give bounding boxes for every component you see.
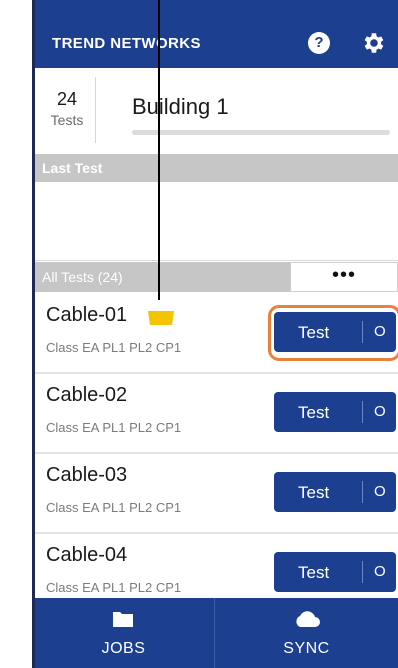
cable-class: Class EA PL1 PL2 CP1: [46, 580, 182, 595]
tag-icon: [148, 311, 174, 325]
nav-jobs-label: JOBS: [101, 640, 146, 657]
button-divider: [362, 401, 363, 423]
list-item[interactable]: Cable-03 Class EA PL1 PL2 CP1 Test O: [32, 454, 398, 534]
highlight-box: [268, 305, 398, 361]
test-count-number: 24: [56, 89, 78, 109]
last-test-label: Last Test: [42, 160, 103, 176]
cable-class: Class EA PL1 PL2 CP1: [46, 420, 182, 435]
help-icon[interactable]: ?: [308, 32, 330, 54]
list-item[interactable]: Cable-01 Class EA PL1 PL2 CP1 Test O: [32, 294, 398, 374]
cable-name: Cable-03: [46, 464, 128, 486]
project-name: Building 1: [132, 94, 229, 119]
app-screen: TREND NETWORKS ? 24 Tests Building 1 Las…: [32, 0, 398, 668]
test-button-label: Test: [298, 563, 330, 582]
test-option-label[interactable]: O: [374, 563, 386, 580]
folder-icon: [113, 612, 133, 627]
cable-name: Cable-04: [46, 544, 128, 566]
cable-class: Class EA PL1 PL2 CP1: [46, 340, 182, 355]
last-test-panel: [32, 182, 398, 261]
nav-sync-label: SYNC: [283, 640, 330, 657]
all-tests-label: All Tests (24): [42, 269, 123, 285]
more-options-button[interactable]: •••: [290, 262, 398, 292]
project-card[interactable]: 24 Tests Building 1: [32, 68, 398, 155]
test-count-box: 24 Tests: [39, 77, 96, 143]
gear-icon[interactable]: [360, 30, 386, 56]
button-divider: [362, 481, 363, 503]
device-edge: [32, 0, 35, 668]
bottom-nav: JOBS SYNC: [32, 598, 398, 668]
project-progress-bar: [132, 130, 390, 135]
callout-pointer-line: [158, 0, 160, 300]
nav-sync[interactable]: SYNC: [215, 598, 398, 668]
last-test-header: Last Test: [32, 154, 398, 182]
button-divider: [362, 561, 363, 583]
test-button-label: Test: [298, 403, 330, 422]
test-count-label: Tests: [50, 112, 84, 128]
brand-title: TREND NETWORKS: [52, 35, 201, 52]
test-option-label[interactable]: O: [374, 483, 386, 500]
test-option-label[interactable]: O: [374, 403, 386, 420]
test-button[interactable]: Test O: [274, 392, 396, 432]
test-list: Cable-01 Class EA PL1 PL2 CP1 Test O Cab…: [32, 294, 398, 614]
app-header: TREND NETWORKS ?: [32, 0, 398, 68]
nav-jobs[interactable]: JOBS: [32, 598, 215, 668]
test-button[interactable]: Test O: [274, 552, 396, 592]
cable-name: Cable-02: [46, 384, 128, 406]
cable-name: Cable-01: [46, 304, 128, 326]
cloud-icon: [296, 611, 320, 627]
cable-class: Class EA PL1 PL2 CP1: [46, 500, 182, 515]
test-button-label: Test: [298, 483, 330, 502]
list-item[interactable]: Cable-02 Class EA PL1 PL2 CP1 Test O: [32, 374, 398, 454]
test-button[interactable]: Test O: [274, 472, 396, 512]
